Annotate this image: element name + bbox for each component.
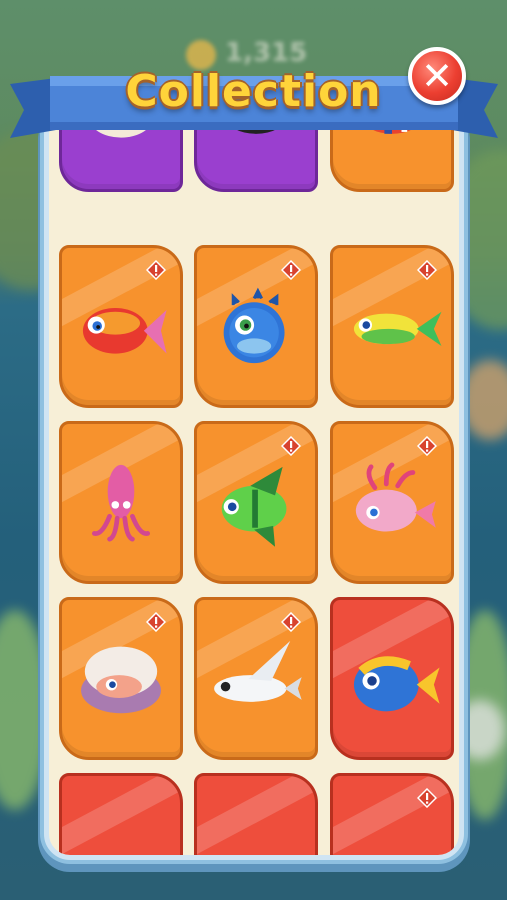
new-alert-icon [146, 260, 166, 280]
blue-tang-fish-icon [353, 656, 440, 712]
collection-card[interactable] [194, 421, 318, 584]
new-alert-icon [417, 788, 437, 808]
blue-fish-partial-icon [62, 776, 180, 860]
collection-card[interactable] [330, 245, 454, 408]
collection-card[interactable] [59, 773, 183, 860]
new-alert-icon [417, 260, 437, 280]
close-button[interactable]: ✕ [408, 47, 466, 105]
collection-card[interactable] [59, 421, 183, 584]
collection-card[interactable] [194, 773, 318, 860]
collection-card[interactable] [194, 597, 318, 760]
collection-card[interactable] [330, 773, 454, 855]
collection-grid[interactable] [49, 113, 459, 855]
collection-card[interactable] [330, 597, 454, 760]
new-alert-icon [146, 612, 166, 632]
new-alert-icon [281, 612, 301, 632]
new-alert-icon [417, 436, 437, 456]
new-alert-icon [281, 436, 301, 456]
new-alert-icon [281, 260, 301, 280]
purple-fish-partial-icon [197, 776, 315, 860]
collection-card[interactable] [330, 421, 454, 584]
collection-card[interactable] [194, 245, 318, 408]
pink-squid-icon [91, 464, 151, 542]
collection-card[interactable] [59, 597, 183, 760]
collection-panel [44, 108, 464, 860]
collection-card[interactable] [59, 245, 183, 408]
close-icon: ✕ [421, 54, 453, 98]
